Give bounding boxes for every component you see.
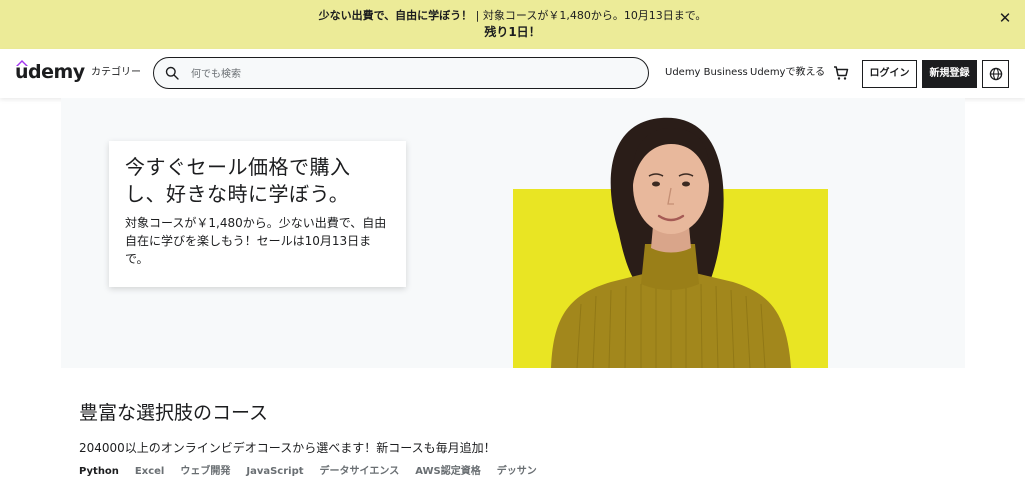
promo-bold-text: 少ない出費で、自由に学ぼう！ bbox=[318, 9, 473, 22]
promo-message: 少ない出費で、自由に学ぼう！ | 対象コースが￥1,480から。10月13日まで… bbox=[0, 9, 1025, 23]
hero-banner: 今すぐセール価格で購入し、好きな時に学ぼう。 対象コースが￥1,480から。少な… bbox=[61, 98, 965, 368]
cart-icon[interactable] bbox=[833, 65, 849, 81]
tab-python[interactable]: Python bbox=[79, 465, 119, 479]
hero-subtitle: 対象コースが￥1,480から。少ない出費で、自由自在に学びを楽しもう！セールは1… bbox=[125, 216, 387, 266]
courses-heading: 豊富な選択肢のコース bbox=[79, 402, 269, 424]
tab-drawing[interactable]: デッサン bbox=[497, 465, 537, 479]
logo-hat-icon bbox=[16, 60, 28, 66]
hero-title: 今すぐセール価格で購入し、好きな時に学ぼう。 bbox=[125, 155, 351, 206]
tab-data-science[interactable]: データサイエンス bbox=[320, 465, 400, 479]
globe-icon bbox=[989, 67, 1003, 81]
tab-excel[interactable]: Excel bbox=[135, 465, 164, 479]
tab-aws-certification[interactable]: AWS認定資格 bbox=[415, 465, 481, 479]
site-header: udemy カテゴリー Udemy Business Udemyで教える ログイ… bbox=[0, 49, 1025, 98]
tab-web-development[interactable]: ウェブ開発 bbox=[180, 465, 230, 479]
hero-person-image bbox=[551, 117, 791, 368]
udemy-business-link[interactable]: Udemy Business bbox=[665, 66, 748, 80]
categories-menu[interactable]: カテゴリー bbox=[91, 66, 141, 80]
login-button[interactable]: ログイン bbox=[862, 60, 917, 88]
close-icon[interactable]: ✕ bbox=[997, 10, 1013, 26]
udemy-logo[interactable]: udemy bbox=[15, 58, 85, 86]
courses-subheading: 204000以上のオンラインビデオコースから選べます！新コースも毎月追加！ bbox=[79, 441, 496, 455]
search-bar[interactable] bbox=[153, 57, 649, 89]
promo-countdown: 残り1日！ bbox=[484, 25, 541, 39]
language-button[interactable] bbox=[982, 60, 1009, 88]
search-input[interactable] bbox=[189, 65, 633, 83]
promo-detail-text: | 対象コースが￥1,480から。10月13日まで。 bbox=[475, 9, 707, 22]
promo-banner: 少ない出費で、自由に学ぼう！ | 対象コースが￥1,480から。10月13日まで… bbox=[0, 0, 1025, 49]
search-icon[interactable] bbox=[165, 66, 179, 80]
hero-card: 今すぐセール価格で購入し、好きな時に学ぼう。 対象コースが￥1,480から。少な… bbox=[109, 141, 406, 287]
teach-on-udemy-link[interactable]: Udemyで教える bbox=[750, 66, 825, 80]
signup-button[interactable]: 新規登録 bbox=[922, 60, 977, 88]
tab-javascript[interactable]: JavaScript bbox=[246, 465, 303, 479]
topic-tabs: Python Excel ウェブ開発 JavaScript データサイエンス A… bbox=[79, 465, 537, 479]
